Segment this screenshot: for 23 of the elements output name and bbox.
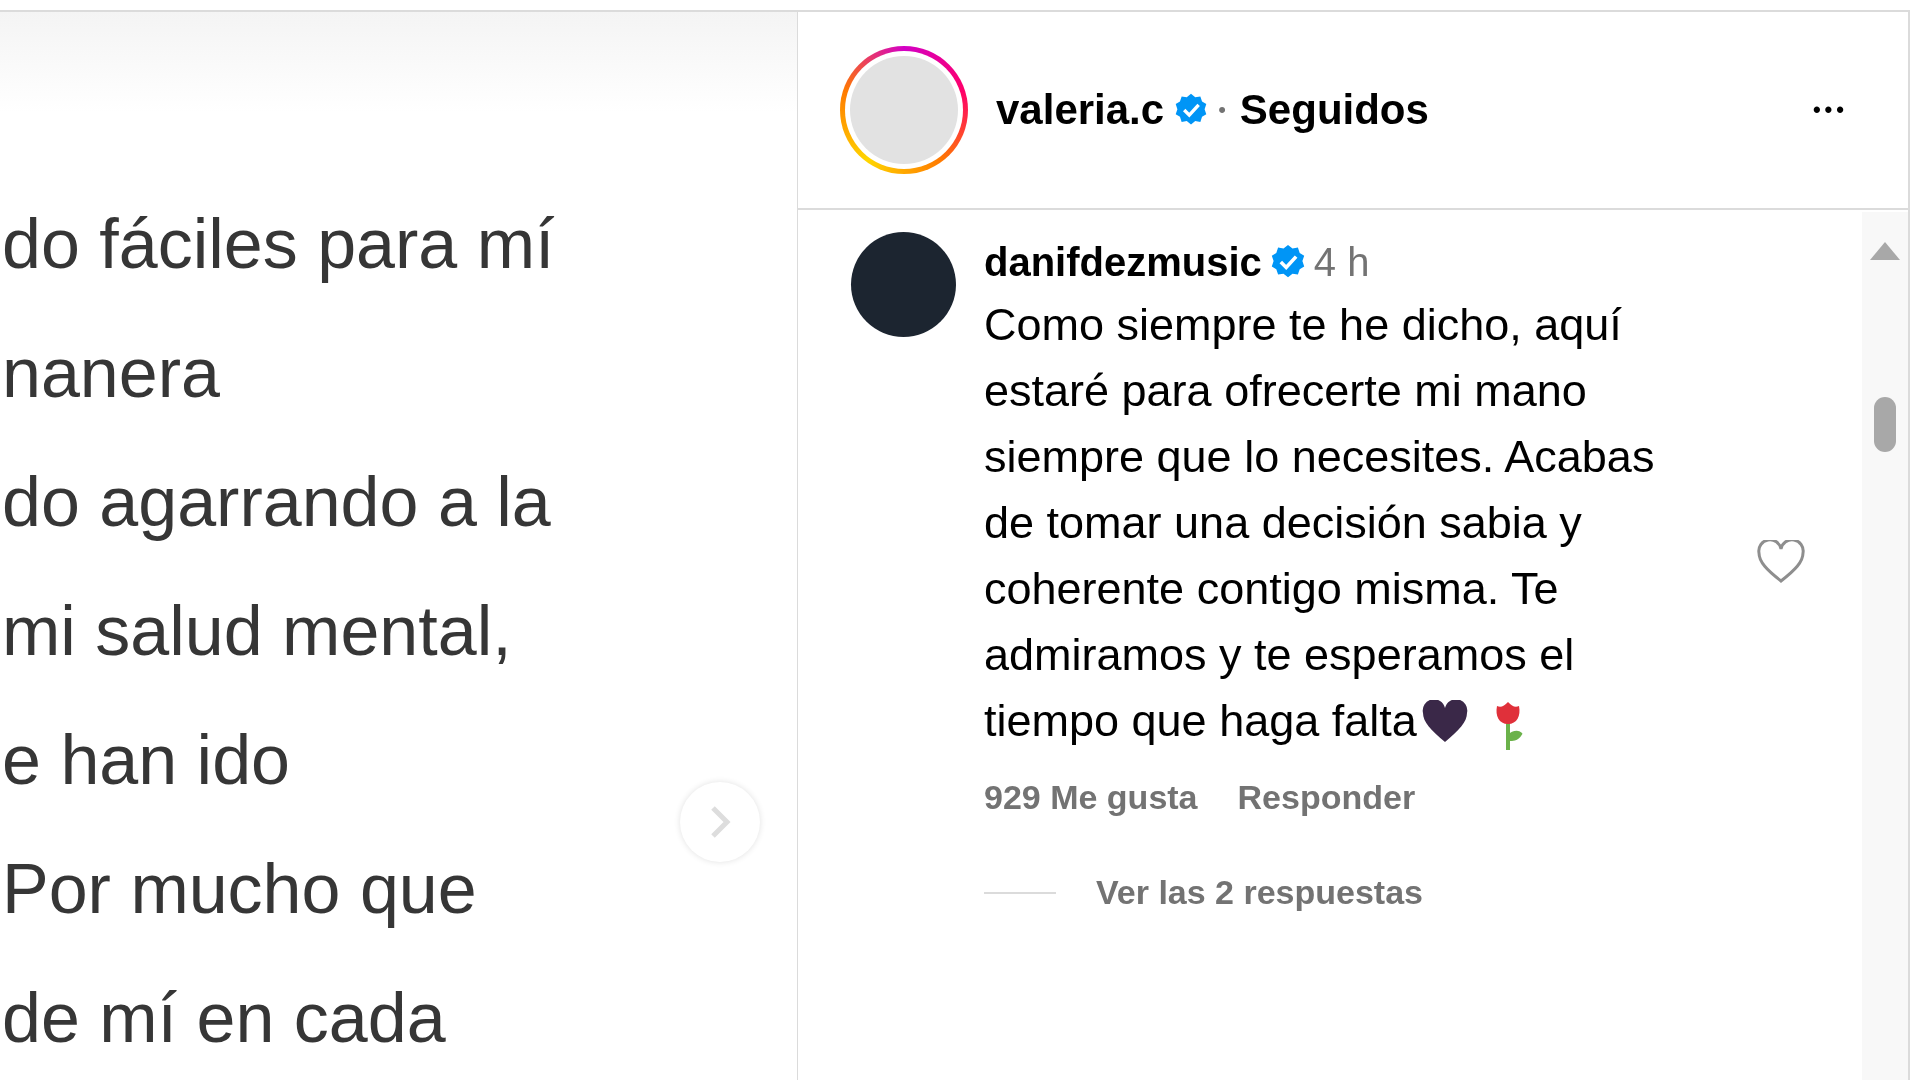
like-button[interactable] [1756, 540, 1806, 584]
comment-text: Como siempre te he dicho, aquí estaré para ofrecerte mi mano siempre que lo necesites. Acabas de tomar una decisión sabia y coherente contigo misma. Te admiramos y te esperamos el tiempo que haga falta [984, 292, 1704, 754]
separator-dot: • [1218, 97, 1226, 123]
comment-username[interactable]: danifdezmusic [984, 239, 1262, 285]
like-count: 929 Me gusta [984, 778, 1198, 817]
post-text-line: nanera [2, 333, 220, 414]
post-text-line: do agarrando a la [2, 462, 551, 543]
heart-icon [1756, 540, 1806, 584]
heart-emoji-icon [1420, 700, 1469, 744]
view-replies-button[interactable]: Ver las 2 respuestas [1096, 873, 1423, 912]
chevron-right-icon [709, 805, 731, 839]
username[interactable]: valeria.c [996, 86, 1165, 134]
comment-time: 4 h [1313, 239, 1370, 285]
scrollbar-thumb[interactable] [1874, 397, 1896, 452]
post-text-line: e han ido [2, 720, 291, 801]
post-text-line: Por mucho que [2, 849, 477, 930]
follow-status: Seguidos [1239, 86, 1429, 134]
post-text-line: mi salud mental, [2, 591, 512, 672]
reply-button[interactable]: Responder [1237, 778, 1416, 817]
post-text-line: do fáciles para mí [2, 204, 555, 285]
more-options-button[interactable]: ••• [1812, 97, 1848, 123]
post-text-line: de mí en cada [2, 978, 446, 1059]
scroll-up-arrow-icon[interactable] [1868, 240, 1902, 262]
